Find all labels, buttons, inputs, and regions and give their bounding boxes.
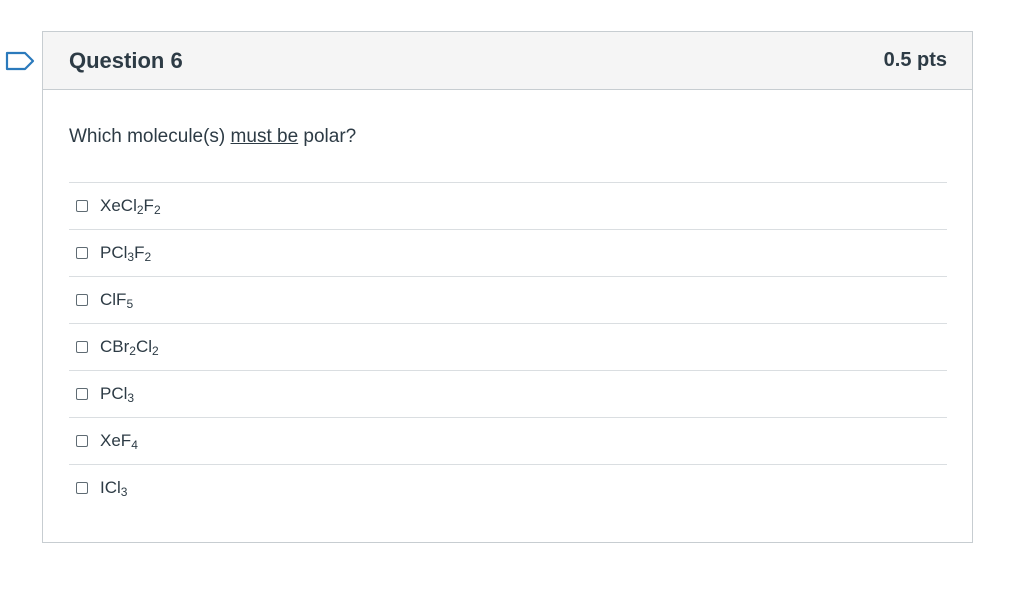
formula-text: PCl [100, 242, 128, 262]
answer-list: XeCl2F2 PCl3F2 ClF5 CBr2Cl2 PCl3 XeF4 ICl3 [69, 181, 947, 512]
question-points: 0.5 pts [883, 49, 947, 71]
formula-subscript: 2 [152, 343, 159, 358]
formula-text: PCl [100, 383, 128, 403]
answer-option[interactable]: ClF5 [69, 277, 947, 324]
formula-subscript: 3 [127, 390, 135, 405]
checkbox-icon[interactable] [76, 434, 88, 447]
formula-subscript: 2 [144, 249, 152, 264]
formula-text: ICl [100, 478, 121, 498]
formula-text: XeCl [100, 195, 137, 215]
answer-option[interactable]: XeCl2F2 [69, 183, 947, 230]
answer-label: ICl3 [100, 478, 127, 498]
formula-text: Cl [135, 336, 153, 356]
formula-subscript: 3 [120, 485, 128, 500]
checkbox-icon[interactable] [76, 246, 88, 259]
bookmark-flag-icon[interactable] [5, 51, 35, 71]
checkbox-icon[interactable] [76, 199, 88, 212]
checkbox-icon[interactable] [76, 293, 88, 306]
answer-label: PCl3 [100, 384, 134, 404]
answer-option[interactable]: PCl3 [69, 371, 947, 418]
prompt-text-after: polar? [298, 126, 357, 147]
question-title: Question 6 [69, 47, 183, 73]
formula-subscript: 4 [131, 437, 138, 452]
question-prompt: Which molecule(s) must be polar? [69, 126, 947, 149]
formula-text: XeF [100, 430, 132, 450]
formula-subscript: 2 [136, 202, 144, 217]
checkbox-icon[interactable] [76, 340, 88, 353]
formula-subscript: 5 [126, 296, 134, 311]
checkbox-icon[interactable] [76, 482, 88, 495]
question-body: Which molecule(s) must be polar? XeCl2F2… [43, 90, 972, 512]
answer-label: PCl3F2 [100, 243, 151, 263]
answer-label: XeCl2F2 [100, 196, 161, 216]
prompt-emphasis: must be [230, 126, 299, 147]
checkbox-icon[interactable] [76, 387, 88, 400]
answer-option[interactable]: XeF4 [69, 418, 947, 465]
answer-option[interactable]: CBr2Cl2 [69, 324, 947, 371]
answer-option[interactable]: PCl3F2 [69, 230, 947, 277]
answer-label: ClF5 [100, 290, 133, 310]
formula-text: ClF [100, 289, 127, 309]
answer-label: XeF4 [100, 431, 138, 451]
answer-option[interactable]: ICl3 [69, 465, 947, 512]
question-header: Question 6 0.5 pts [43, 32, 972, 90]
question-card: Question 6 0.5 pts Which molecule(s) mus… [42, 31, 973, 543]
formula-subscript: 2 [129, 343, 136, 358]
formula-text: CBr [100, 336, 130, 356]
formula-subscript: 2 [153, 202, 161, 217]
formula-text: F [143, 195, 154, 215]
prompt-text-before: Which molecule(s) [69, 126, 231, 147]
formula-text: F [134, 242, 145, 262]
answer-label: CBr2Cl2 [100, 337, 159, 357]
